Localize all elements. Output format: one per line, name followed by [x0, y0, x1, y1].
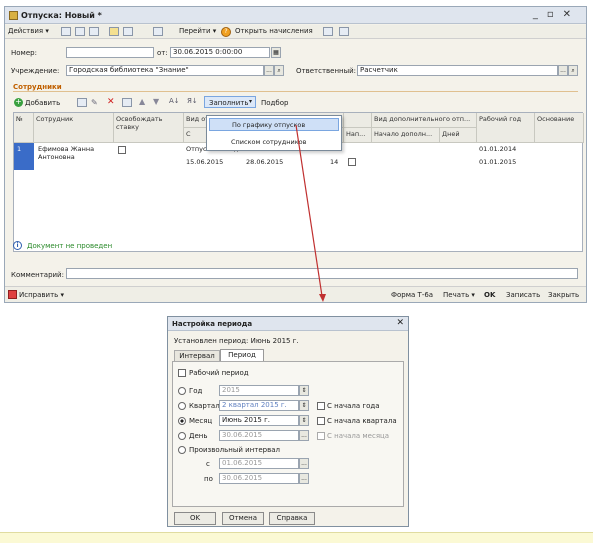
quarter-start-checkbox[interactable] — [317, 417, 325, 425]
year-radio[interactable] — [178, 387, 186, 395]
to-date-button[interactable]: ... — [299, 473, 309, 484]
from-month-start-label: С начала месяца — [327, 432, 390, 440]
dialog-title: Настройка периода — [172, 320, 253, 328]
day-label: День — [189, 432, 208, 440]
month-spinner[interactable]: ⇕ — [299, 415, 309, 426]
year-start-checkbox[interactable] — [317, 402, 325, 410]
day-field[interactable]: 30.06.2015 — [219, 430, 299, 441]
quarter-label: Квартал — [189, 402, 220, 410]
quarter-radio[interactable] — [178, 402, 186, 410]
status-bar — [0, 532, 593, 543]
ok-button[interactable]: OK — [174, 512, 216, 525]
year-label: Год — [189, 387, 203, 395]
month-label: Месяц — [189, 417, 213, 425]
work-period-checkbox[interactable] — [178, 369, 186, 377]
dialog-title-bar: Настройка периода ✕ — [168, 317, 408, 331]
quarter-spinner[interactable]: ⇕ — [299, 400, 309, 411]
quarter-field[interactable]: 2 квартал 2015 г. — [219, 400, 299, 411]
day-radio[interactable] — [178, 432, 186, 440]
set-period-text: Установлен период: Июнь 2015 г. — [174, 337, 299, 345]
year-field[interactable]: 2015 — [219, 385, 299, 396]
to-date-field[interactable]: 30.06.2015 — [219, 473, 299, 484]
cancel-button[interactable]: Отмена — [222, 512, 264, 525]
month-radio[interactable] — [178, 417, 186, 425]
from-quarter-start-label: С начала квартала — [327, 417, 397, 425]
work-period-label: Рабочий период — [189, 369, 249, 377]
to-label: по — [204, 475, 213, 483]
from-year-start-label: С начала года — [327, 402, 380, 410]
from-label: с — [206, 460, 210, 468]
month-field[interactable]: Июнь 2015 г. — [219, 415, 299, 426]
help-button[interactable]: Справка — [269, 512, 315, 525]
month-start-checkbox[interactable] — [317, 432, 325, 440]
year-spinner[interactable]: ⇕ — [299, 385, 309, 396]
period-dialog: Настройка периода ✕ Установлен период: И… — [167, 316, 409, 527]
day-select-button[interactable]: ... — [299, 430, 309, 441]
from-date-field[interactable]: 01.06.2015 — [219, 458, 299, 469]
arbitrary-radio[interactable] — [178, 446, 186, 454]
close-icon[interactable]: ✕ — [396, 318, 404, 328]
from-date-button[interactable]: ... — [299, 458, 309, 469]
arbitrary-label: Произвольный интервал — [189, 446, 280, 454]
